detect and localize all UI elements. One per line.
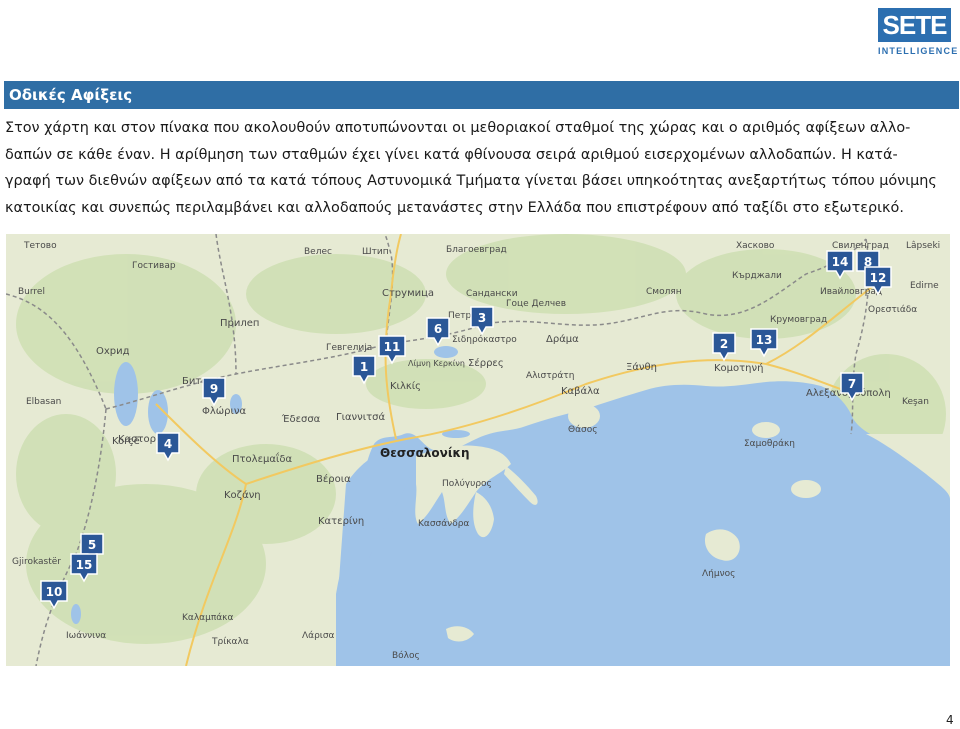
marker-label-3: 3 [478,311,486,325]
marker-label-6: 6 [434,322,442,336]
label-ivaylovgrad: Ивайловград [820,287,882,297]
label-veles: Велес [304,247,332,257]
label-stip: Штип [362,247,389,257]
label-kavala: Καβάλα [561,385,600,397]
label-blagoevgrad: Благоевград [446,245,507,255]
intro-paragraph: Στον χάρτη και στον πίνακα που ακολουθού… [5,115,955,221]
label-edessa: Έδεσσα [281,413,321,425]
section-header-bar: Οδικές Αφίξεις [4,81,959,109]
marker-label-13: 13 [756,333,773,347]
page-number: 4 [946,713,954,727]
label-kardzhali: Кърджали [732,271,782,281]
label-edirne: Edirne [910,281,939,291]
label-thasos: Θάσος [568,425,598,435]
label-chalkidiki: Πολύγυρος [442,478,492,489]
label-kesan: Keşan [902,397,929,407]
map-canvas: Θεσσαλονίκη Καβάλα Ξάνθη Κομοτηνή Αλεξαν… [6,234,950,666]
lake-kerkini [434,346,458,358]
paragraph-line: δαπών σε κάθε έναν. Η αρίθμηση των σταθμ… [5,146,898,163]
label-lemnos: Λήμνος [702,569,735,579]
label-larisa: Λάρισα [302,631,335,641]
label-svilengrad: Свиленград [832,241,889,251]
marker-label-12: 12 [870,271,887,285]
label-korce: Korçë [112,436,140,447]
label-kalambaka: Καλαμπάκα [182,613,233,623]
sete-logo: SETE INTELLIGENCE [878,8,959,66]
label-sandanski: Сандански [466,289,518,299]
label-gotse-delchev: Гоце Делчев [506,299,566,309]
label-ioannina: Ιωάννινα [66,631,106,641]
label-giannitsa: Γιαννιτσά [336,411,385,423]
label-ohrid: Охрид [96,346,130,357]
label-samothraki: Σαμοθράκη [744,439,795,449]
label-smolyan: Смолян [646,287,682,297]
label-lapseki: Lâpseki [906,241,940,251]
paragraph-line: Στον χάρτη και στον πίνακα που ακολουθού… [5,120,911,136]
marker-label-14: 14 [832,255,849,269]
label-florina: Φλώρινα [202,405,246,417]
marker-label-1: 1 [360,360,368,374]
label-xanthi: Ξάνθη [626,361,657,373]
lake-ioannina [71,604,81,624]
marker-label-15: 15 [76,558,93,572]
paragraph-line: κατοικίας και συνεπώς περιλαμβάνει και α… [5,199,904,216]
logo-brand: SETE [878,8,951,42]
marker-label-9: 9 [210,382,218,396]
label-elbasan: Elbasan [26,397,61,407]
border-stations-map[interactable]: Θεσσαλονίκη Καβάλα Ξάνθη Κομοτηνή Αλεξαν… [6,234,950,666]
paragraph-line: γραφή των διεθνών αφίξεων από τα κατά τό… [5,173,937,189]
label-gostivar: Гостивар [132,261,176,271]
marker-label-7: 7 [848,377,856,391]
label-sidirokastro: Σιδηρόκαστρο [452,334,517,345]
label-kilkis: Κιλκίς [390,380,421,392]
section-title: Οδικές Αφίξεις [9,86,133,104]
label-kassandra: Κασσάνδρα [418,519,469,529]
samothraki-island [752,422,780,438]
label-kozani: Κοζάνη [224,489,261,501]
label-thessaloniki: Θεσσαλονίκη [380,446,470,460]
logo-subtitle: INTELLIGENCE [878,46,959,56]
label-veria: Βέροια [316,473,351,485]
label-ptolemaida: Πτολεμαΐδα [232,451,292,465]
label-burrel: Burrel [18,287,45,297]
label-haskovo: Хасково [736,241,775,251]
label-alistrati: Αλιστράτη [526,371,574,381]
label-prilep: Прилеп [220,318,259,329]
marker-label-10: 10 [46,585,63,599]
label-orestiada: Ορεστιάδα [868,305,917,315]
label-katerini: Κατερίνη [318,515,364,527]
label-serres: Σέρρες [468,357,504,369]
marker-label-4: 4 [164,437,172,451]
marker-label-5: 5 [88,538,96,552]
label-krumovgrad: Крумовград [770,315,827,325]
label-strumica: Струмица [382,288,434,299]
marker-label-11: 11 [384,340,401,354]
label-gjirokaster: Gjirokastër [12,557,61,567]
imbros-island [791,480,821,498]
label-drama: Δράμα [546,333,579,345]
label-volos: Βόλος [392,650,420,661]
marker-label-2: 2 [720,337,728,351]
label-gevgelija: Гевгелија [326,343,372,353]
label-kerkini: Λίμνη Κερκίνη [408,359,465,368]
label-trikala: Τρίκαλα [211,637,249,647]
label-tetovo: Тетово [23,241,57,251]
lake-ohrid [114,362,138,426]
label-komotini: Κομοτηνή [714,362,763,374]
